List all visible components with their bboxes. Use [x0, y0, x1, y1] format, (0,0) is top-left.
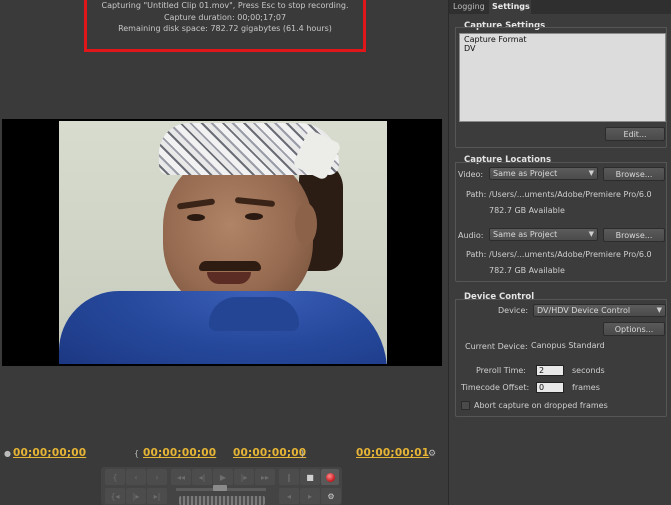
step-forward-frame-icon[interactable]: |▸: [234, 469, 254, 485]
capture-format-value: DV: [464, 44, 476, 53]
current-device-label: Current Device:: [465, 342, 528, 351]
capture-panel: Logging Settings Capture Settings Captur…: [448, 0, 671, 505]
preroll-input[interactable]: 2: [536, 365, 564, 376]
audio-browse-button[interactable]: Browse...: [603, 228, 665, 242]
stop-icon[interactable]: ■: [300, 469, 320, 485]
timecode-offset-label: Timecode Offset:: [461, 383, 530, 392]
current-timecode[interactable]: 00;00;00;00: [13, 447, 86, 459]
pause-icon[interactable]: ‖: [279, 469, 299, 485]
record-button[interactable]: [321, 469, 339, 485]
capture-format-label: Capture Format: [464, 35, 527, 44]
timecode-offset-input[interactable]: 0: [536, 382, 564, 393]
audio-path: /Users/...uments/Adobe/Premiere Pro/6.0: [489, 250, 652, 259]
step-back-frame-icon[interactable]: ◂|: [192, 469, 212, 485]
capture-status-box: Capturing "Untitled Clip 01.mov", Press …: [84, 0, 366, 52]
abort-capture-label: Abort capture on dropped frames: [474, 401, 608, 410]
capture-status-line: Capturing "Untitled Clip 01.mov", Press …: [101, 1, 349, 10]
record-icon: [325, 472, 335, 482]
audio-path-label: Path:: [466, 250, 487, 259]
playhead-marker-icon: ●: [4, 449, 11, 458]
settings-menu-icon[interactable]: ⚙: [428, 449, 436, 459]
tab-logging[interactable]: Logging: [453, 2, 485, 11]
preroll-label: Preroll Time:: [476, 366, 526, 375]
duration-timecode[interactable]: 00;00;00;01: [356, 447, 429, 459]
slow-reverse-icon[interactable]: ◂: [279, 488, 299, 504]
capture-monitor: Capturing "Untitled Clip 01.mov", Press …: [0, 0, 446, 505]
video-available: 782.7 GB Available: [489, 206, 565, 215]
device-select[interactable]: DV/HDV Device Control ▼: [533, 304, 666, 317]
audio-label: Audio:: [458, 231, 484, 240]
tab-bar: Logging Settings: [449, 0, 671, 14]
in-point-timecode[interactable]: 00;00;00;00: [143, 447, 216, 459]
audio-available: 782.7 GB Available: [489, 266, 565, 275]
video-label: Video:: [458, 170, 484, 179]
out-point-timecode[interactable]: 00;00;00;00: [233, 447, 306, 459]
video-preview: [2, 119, 442, 366]
options-button[interactable]: Options...: [603, 322, 665, 336]
current-device-value: Canopus Standard: [531, 341, 605, 350]
transport-controls: { ‹ › ◂◂ ◂| ▶ |▸ ▸▸ ‖ ■ {◂ |▸ ▸| ◂ ▸ ⚙: [101, 467, 342, 505]
video-frame: [59, 121, 387, 364]
abort-capture-checkbox[interactable]: [461, 401, 470, 410]
video-browse-button[interactable]: Browse...: [603, 167, 665, 181]
video-location-select[interactable]: Same as Project ▼: [489, 167, 598, 180]
capture-duration: Capture duration: 00;00;17;07: [163, 12, 287, 22]
capture-format-box: Capture Format DV: [459, 33, 666, 122]
device-label: Device:: [498, 306, 529, 315]
out-point-icon: }: [300, 449, 306, 458]
dropdown-arrow-icon: ▼: [656, 306, 662, 314]
disk-space: Remaining disk space: 782.72 gigabytes (…: [118, 24, 332, 33]
rewind-icon[interactable]: ◂◂: [171, 469, 191, 485]
shuttle-handle[interactable]: [213, 485, 227, 491]
jog-wheel[interactable]: [179, 496, 265, 505]
timecode-offset-unit: frames: [572, 383, 600, 392]
edit-button[interactable]: Edit...: [605, 127, 665, 141]
play-icon[interactable]: ▶: [213, 469, 233, 485]
in-point-icon: {: [134, 449, 140, 458]
slow-play-icon[interactable]: ▸: [300, 488, 320, 504]
dropdown-arrow-icon: ▼: [588, 169, 594, 177]
step-back-icon[interactable]: ‹: [126, 469, 146, 485]
goto-in-icon[interactable]: {◂: [105, 488, 125, 504]
video-path-label: Path:: [466, 190, 487, 199]
audio-location-select[interactable]: Same as Project ▼: [489, 228, 598, 241]
preroll-unit: seconds: [572, 366, 605, 375]
tab-settings[interactable]: Settings: [492, 2, 530, 11]
video-path: /Users/...uments/Adobe/Premiere Pro/6.0: [489, 190, 652, 199]
set-in-icon[interactable]: {: [105, 469, 125, 485]
scene-detect-icon[interactable]: ⚙: [321, 488, 341, 504]
dropdown-arrow-icon: ▼: [588, 230, 594, 238]
set-out-icon[interactable]: ▸|: [147, 488, 167, 504]
step-forward-icon[interactable]: ›: [147, 469, 167, 485]
goto-out-icon[interactable]: |▸: [126, 488, 146, 504]
fast-forward-icon[interactable]: ▸▸: [255, 469, 275, 485]
